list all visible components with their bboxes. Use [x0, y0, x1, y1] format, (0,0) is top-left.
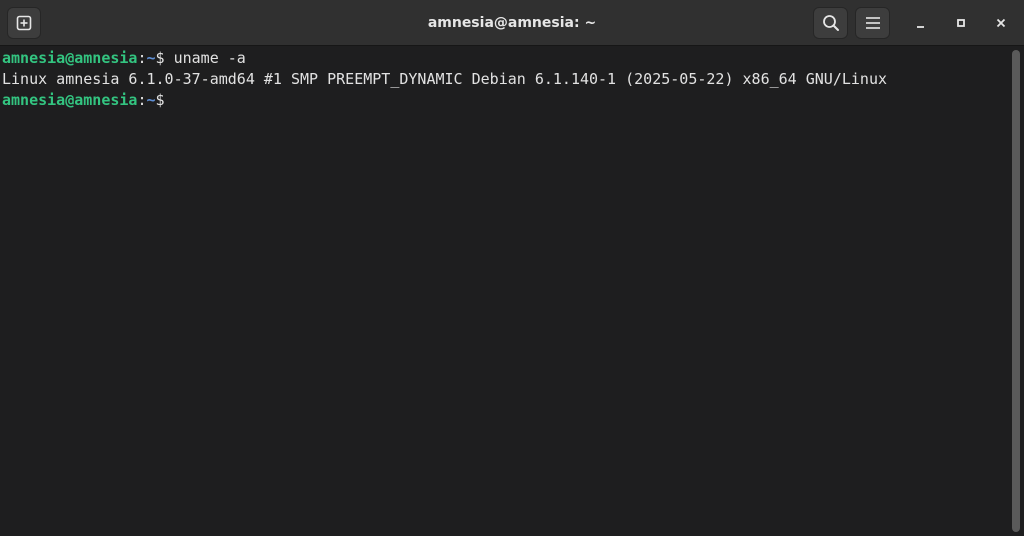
command-text: uname -a — [173, 49, 246, 67]
prompt-user: amnesia@amnesia — [2, 49, 138, 67]
header-bar: amnesia@amnesia: ~ — [0, 0, 1024, 46]
new-tab-button[interactable] — [7, 7, 41, 39]
search-button[interactable] — [813, 7, 848, 39]
prompt-symbol: $ — [155, 91, 174, 109]
prompt-separator: : — [137, 91, 147, 109]
close-icon — [996, 18, 1006, 28]
close-button[interactable] — [987, 9, 1015, 37]
maximize-icon — [957, 19, 965, 27]
prompt-separator: : — [137, 49, 147, 67]
menu-button[interactable] — [855, 7, 890, 39]
terminal-line: amnesia@amnesia:~$ — [2, 90, 1008, 111]
search-icon — [822, 15, 839, 31]
scrollbar[interactable] — [1012, 50, 1020, 532]
maximize-button[interactable] — [947, 9, 975, 37]
command-output: Linux amnesia 6.1.0-37-amd64 #1 SMP PREE… — [2, 70, 888, 88]
prompt-symbol: $ — [155, 49, 174, 67]
hamburger-menu-icon — [865, 17, 880, 29]
terminal-window: amnesia@amnesia: ~ amnesia@amnesia:~$ un… — [0, 0, 1024, 536]
minimize-icon — [917, 26, 924, 28]
minimize-button[interactable] — [907, 9, 935, 37]
terminal-line: Linux amnesia 6.1.0-37-amd64 #1 SMP PREE… — [2, 69, 1008, 90]
terminal-line: amnesia@amnesia:~$ uname -a — [2, 48, 1008, 69]
terminal-output[interactable]: amnesia@amnesia:~$ uname -a Linux amnesi… — [0, 46, 1008, 536]
new-tab-icon — [16, 15, 32, 31]
prompt-path: ~ — [146, 49, 156, 67]
prompt-user: amnesia@amnesia — [2, 91, 138, 109]
prompt-path: ~ — [146, 91, 156, 109]
